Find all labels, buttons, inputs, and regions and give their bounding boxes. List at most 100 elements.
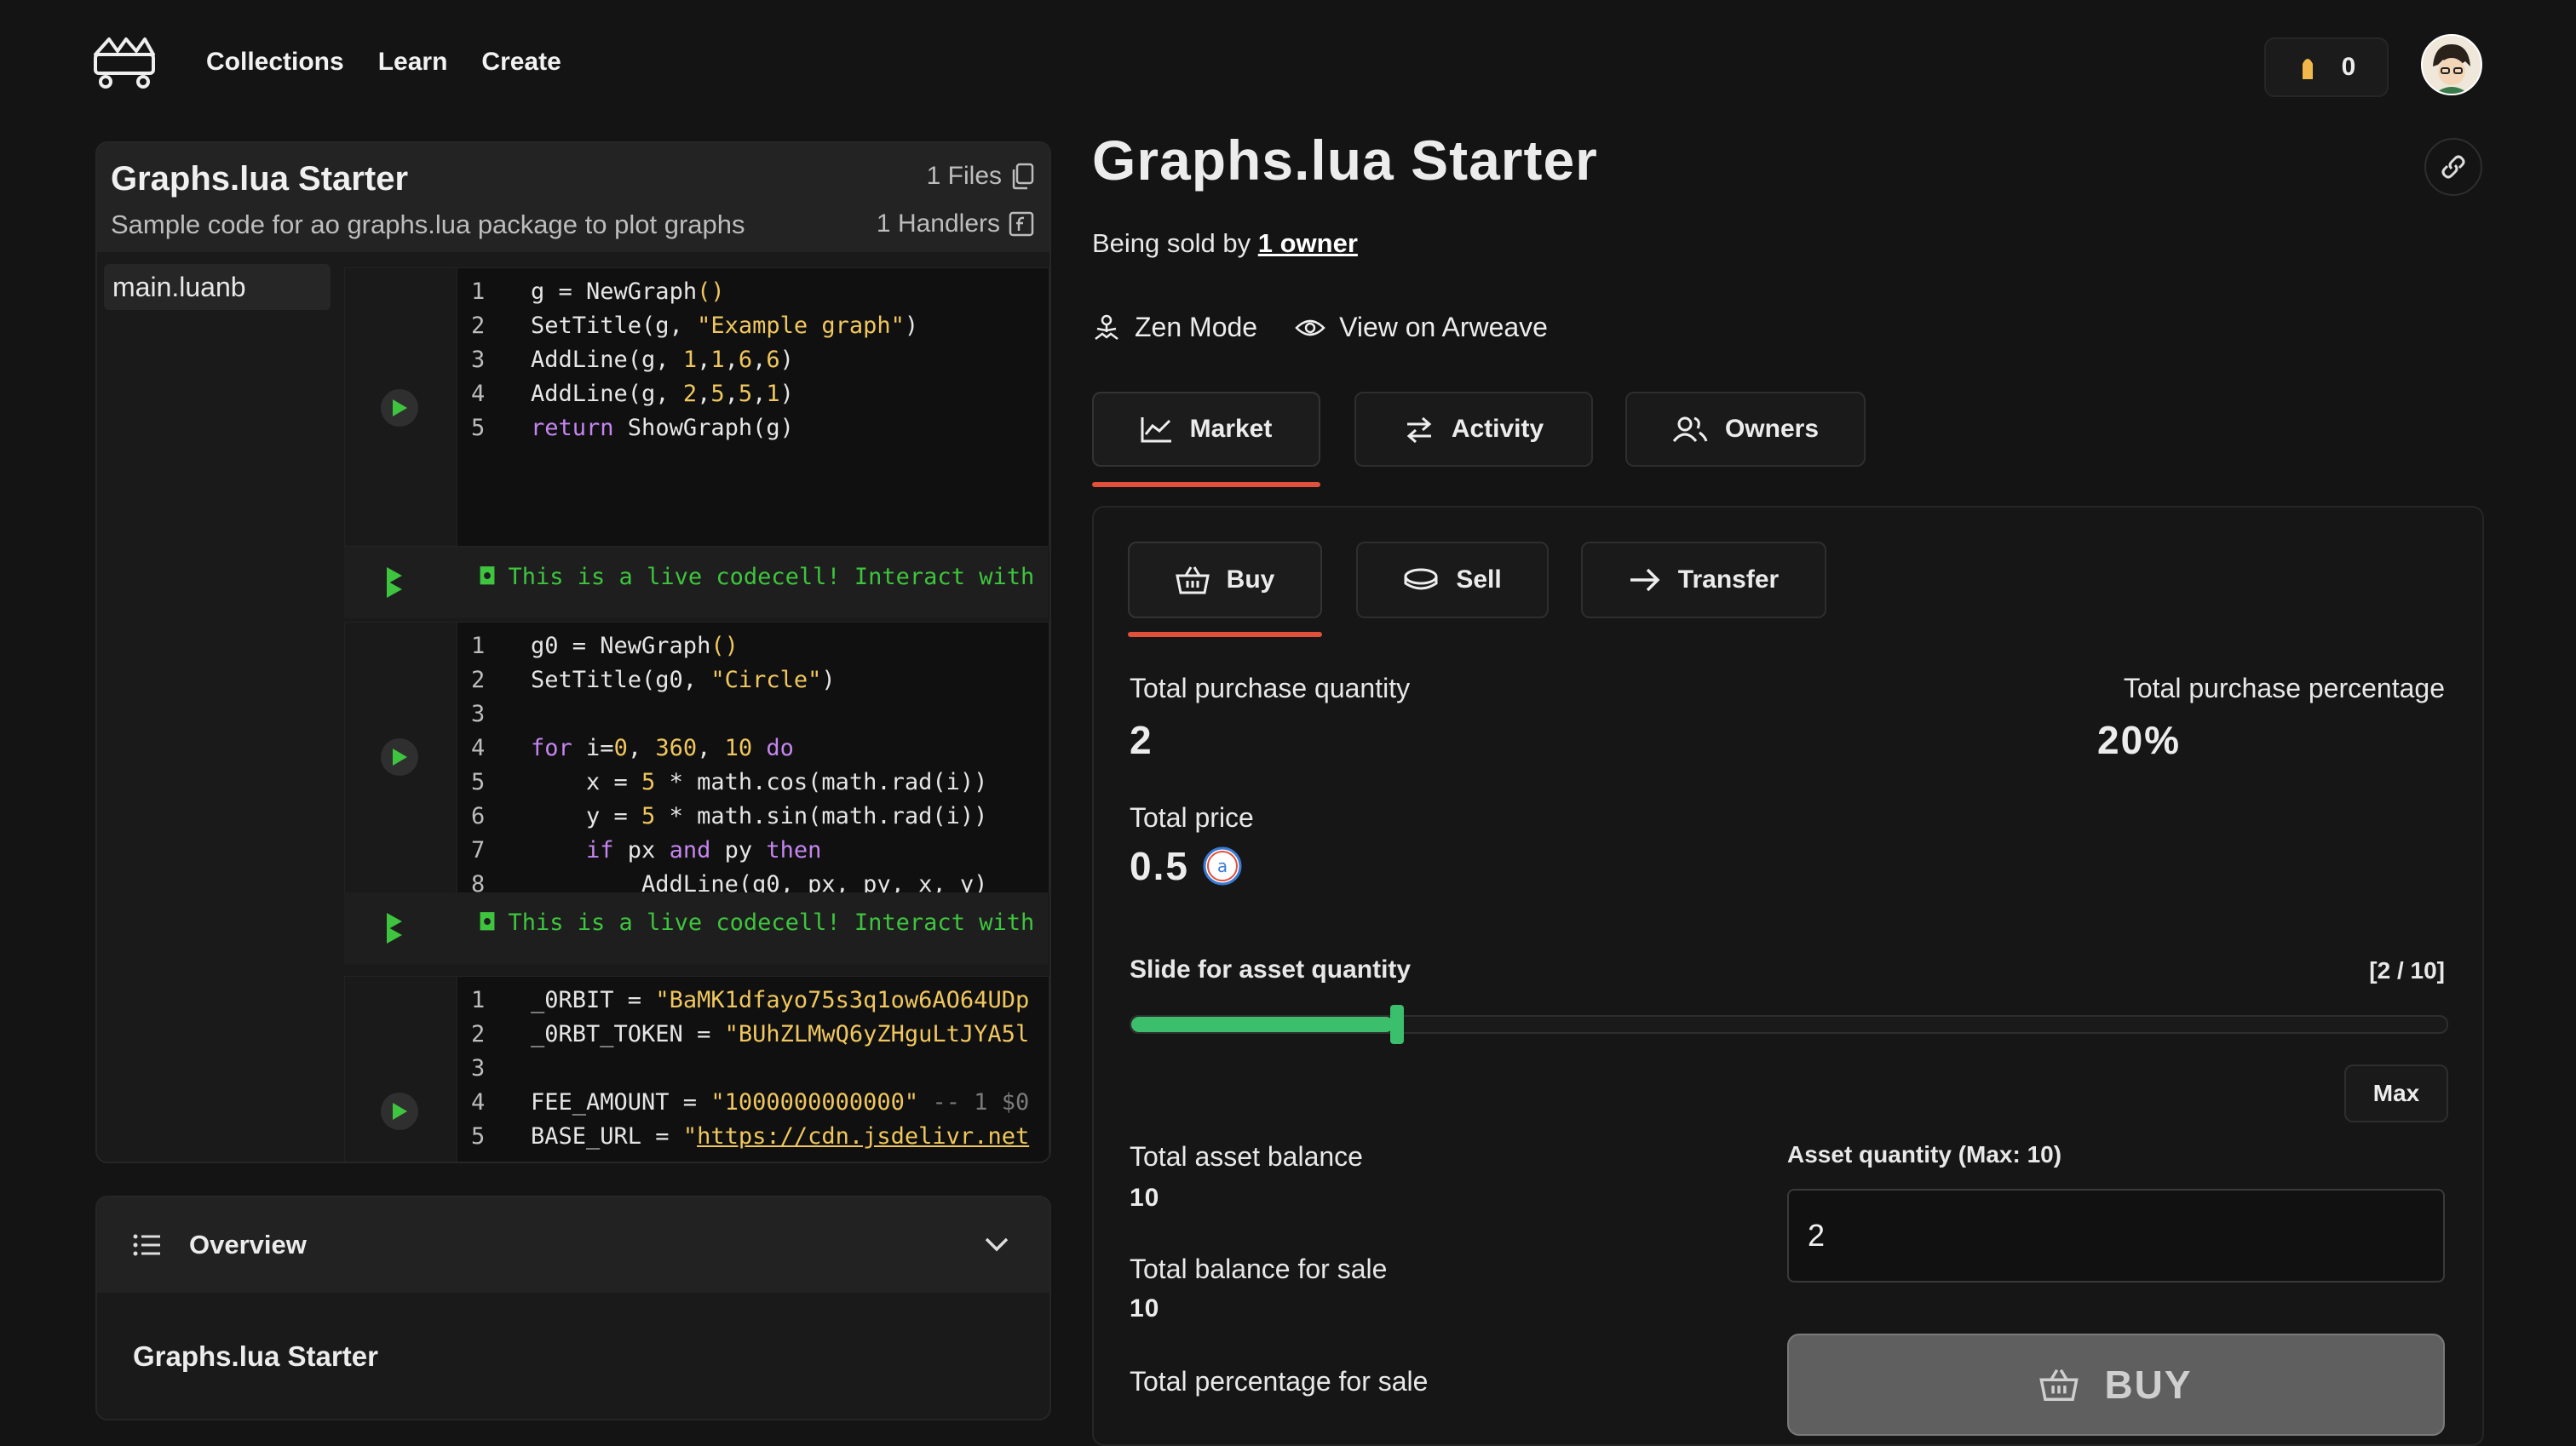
tab-activity[interactable]: Activity bbox=[1354, 392, 1593, 467]
bullet-icon bbox=[2302, 59, 2313, 79]
nav-create[interactable]: Create bbox=[481, 48, 561, 77]
files-count[interactable]: 1 Files bbox=[927, 162, 1034, 191]
slider-handle[interactable] bbox=[1390, 1005, 1404, 1044]
play-icon bbox=[393, 749, 407, 766]
code-cell-3: 1 _0RBIT = "BaMK1dfayo75s3q1ow6AO64UDp 2 _… bbox=[344, 976, 1049, 1162]
total-purchase-quantity: 2 bbox=[1130, 718, 1153, 762]
buy-button[interactable]: BUY bbox=[1787, 1334, 2445, 1436]
credits-balance[interactable]: 0 bbox=[2264, 37, 2389, 97]
overview-card: Overview Graphs.lua Starter bbox=[95, 1196, 1051, 1420]
run-cell-button[interactable] bbox=[381, 389, 418, 427]
user-avatar[interactable] bbox=[2421, 34, 2482, 95]
active-trade-tab-indicator bbox=[1128, 632, 1322, 637]
total-balance-sale-label: Total balance for sale bbox=[1130, 1254, 1388, 1284]
basket-icon bbox=[1175, 566, 1210, 594]
copy-link-button[interactable] bbox=[2424, 138, 2482, 196]
zen-mode-button[interactable]: Zen Mode bbox=[1092, 312, 1257, 343]
output-text: ◘ This is a live codecell! Interact with bbox=[480, 564, 1035, 590]
handlers-label: 1 Handlers bbox=[876, 209, 1000, 238]
buy-button-label: BUY bbox=[2104, 1363, 2193, 1407]
handlers-count[interactable]: 1 Handlers bbox=[877, 209, 1034, 238]
tab-transfer-label: Transfer bbox=[1677, 565, 1780, 594]
cell-output-1: ◘ This is a live codecell! Interact with bbox=[344, 547, 1048, 618]
code-editor[interactable]: 1 g0 = NewGraph() 2 SetTitle(g0, "Circle")… bbox=[457, 623, 1049, 893]
tab-sell-label: Sell bbox=[1456, 565, 1502, 594]
run-cell-button[interactable] bbox=[381, 1093, 418, 1130]
list-icon bbox=[133, 1234, 160, 1256]
asset-quantity-slider[interactable] bbox=[1130, 1005, 2448, 1044]
file-tab-main[interactable]: main.luanb bbox=[104, 264, 331, 310]
users-icon bbox=[1672, 416, 1708, 442]
notebook-card: Graphs.lua Starter Sample code for ao gr… bbox=[95, 141, 1051, 1163]
main-nav: Collections Learn Create bbox=[206, 48, 561, 77]
code-editor[interactable]: 1 _0RBIT = "BaMK1dfayo75s3q1ow6AO64UDp 2 _… bbox=[457, 977, 1049, 1162]
output-text: ◘ This is a live codecell! Interact with bbox=[480, 909, 1035, 936]
basket-icon bbox=[2039, 1369, 2079, 1401]
arrow-right-icon bbox=[1630, 568, 1660, 592]
total-percentage-sale-label: Total percentage for sale bbox=[1130, 1366, 1429, 1397]
total-purchase-percentage-label: Total purchase percentage bbox=[2123, 673, 2445, 703]
link-icon bbox=[2441, 155, 2465, 179]
slider-readout: [2 / 10] bbox=[2369, 957, 2445, 984]
svg-text:a: a bbox=[1217, 856, 1228, 876]
code-cell-1: 1g = NewGraph() 2 SetTitle(g, "Example gr… bbox=[344, 267, 1049, 547]
cell-gutter bbox=[345, 977, 456, 1162]
view-on-arweave-button[interactable]: View on Arweave bbox=[1295, 312, 1548, 343]
chevron-down-icon bbox=[985, 1237, 1009, 1252]
overview-toggle[interactable]: Overview bbox=[97, 1197, 1049, 1293]
overview-subtitle: Graphs.lua Starter bbox=[133, 1340, 378, 1372]
max-button[interactable]: Max bbox=[2344, 1064, 2448, 1122]
zen-mode-label: Zen Mode bbox=[1135, 312, 1258, 342]
tab-owners-label: Owners bbox=[1724, 415, 1820, 443]
total-balance-sale: 10 bbox=[1130, 1294, 1160, 1323]
sold-by: Being sold by 1 owner bbox=[1092, 228, 1358, 258]
tab-market-label: Market bbox=[1189, 415, 1273, 443]
cell-gutter bbox=[345, 623, 456, 893]
app-logo[interactable] bbox=[92, 36, 157, 90]
code-editor[interactable]: 1g = NewGraph() 2 SetTitle(g, "Example gr… bbox=[457, 268, 1049, 546]
tab-market[interactable]: Market bbox=[1092, 392, 1320, 467]
notebook-header: Graphs.lua Starter Sample code for ao gr… bbox=[97, 143, 1049, 252]
asset-quantity-label: Asset quantity (Max: 10) bbox=[1787, 1141, 2062, 1168]
output-run-icon[interactable] bbox=[385, 911, 404, 945]
copy-icon bbox=[1012, 163, 1034, 190]
function-icon bbox=[1009, 211, 1034, 237]
total-price: 0.5 a bbox=[1130, 843, 1242, 889]
view-options: Zen Mode View on Arweave bbox=[1092, 312, 1548, 343]
output-run-icon[interactable] bbox=[385, 565, 404, 600]
cell-gutter bbox=[345, 268, 456, 546]
arrows-swap-icon bbox=[1406, 416, 1432, 443]
total-price-label: Total price bbox=[1130, 802, 1254, 833]
cell-output-2: ◘ This is a live codecell! Interact with bbox=[344, 892, 1048, 964]
total-purchase-percentage: 20% bbox=[2097, 718, 2182, 762]
tab-buy-label: Buy bbox=[1226, 565, 1275, 594]
tab-sell[interactable]: Sell bbox=[1356, 542, 1549, 618]
tab-buy[interactable]: Buy bbox=[1128, 542, 1322, 618]
ar-token-icon: a bbox=[1203, 846, 1242, 886]
coins-icon bbox=[1404, 568, 1438, 590]
active-tab-indicator bbox=[1092, 482, 1320, 487]
tab-owners[interactable]: Owners bbox=[1625, 392, 1866, 467]
total-price-value: 0.5 bbox=[1130, 844, 1189, 888]
avatar-icon bbox=[2423, 36, 2481, 94]
run-cell-button[interactable] bbox=[381, 738, 418, 776]
files-label: 1 Files bbox=[926, 162, 1002, 190]
owner-link[interactable]: 1 owner bbox=[1258, 228, 1358, 258]
nav-learn[interactable]: Learn bbox=[378, 48, 448, 77]
total-asset-balance-label: Total asset balance bbox=[1130, 1141, 1363, 1172]
overview-title: Overview bbox=[189, 1230, 307, 1260]
credits-value: 0 bbox=[2341, 53, 2356, 81]
total-asset-balance: 10 bbox=[1130, 1184, 1160, 1212]
notebook-title: Graphs.lua Starter bbox=[111, 160, 409, 198]
tab-transfer[interactable]: Transfer bbox=[1581, 542, 1826, 618]
code-cell-2: 1 g0 = NewGraph() 2 SetTitle(g0, "Circle")… bbox=[344, 622, 1049, 894]
view-arweave-label: View on Arweave bbox=[1339, 312, 1548, 342]
zen-icon bbox=[1095, 314, 1118, 340]
asset-quantity-input[interactable] bbox=[1787, 1189, 2445, 1282]
eye-icon bbox=[1295, 319, 1325, 336]
play-icon bbox=[393, 399, 407, 416]
logo-icon bbox=[94, 37, 155, 89]
nav-collections[interactable]: Collections bbox=[206, 48, 344, 77]
play-icon bbox=[393, 1103, 407, 1120]
slider-fill bbox=[1131, 1017, 1394, 1032]
